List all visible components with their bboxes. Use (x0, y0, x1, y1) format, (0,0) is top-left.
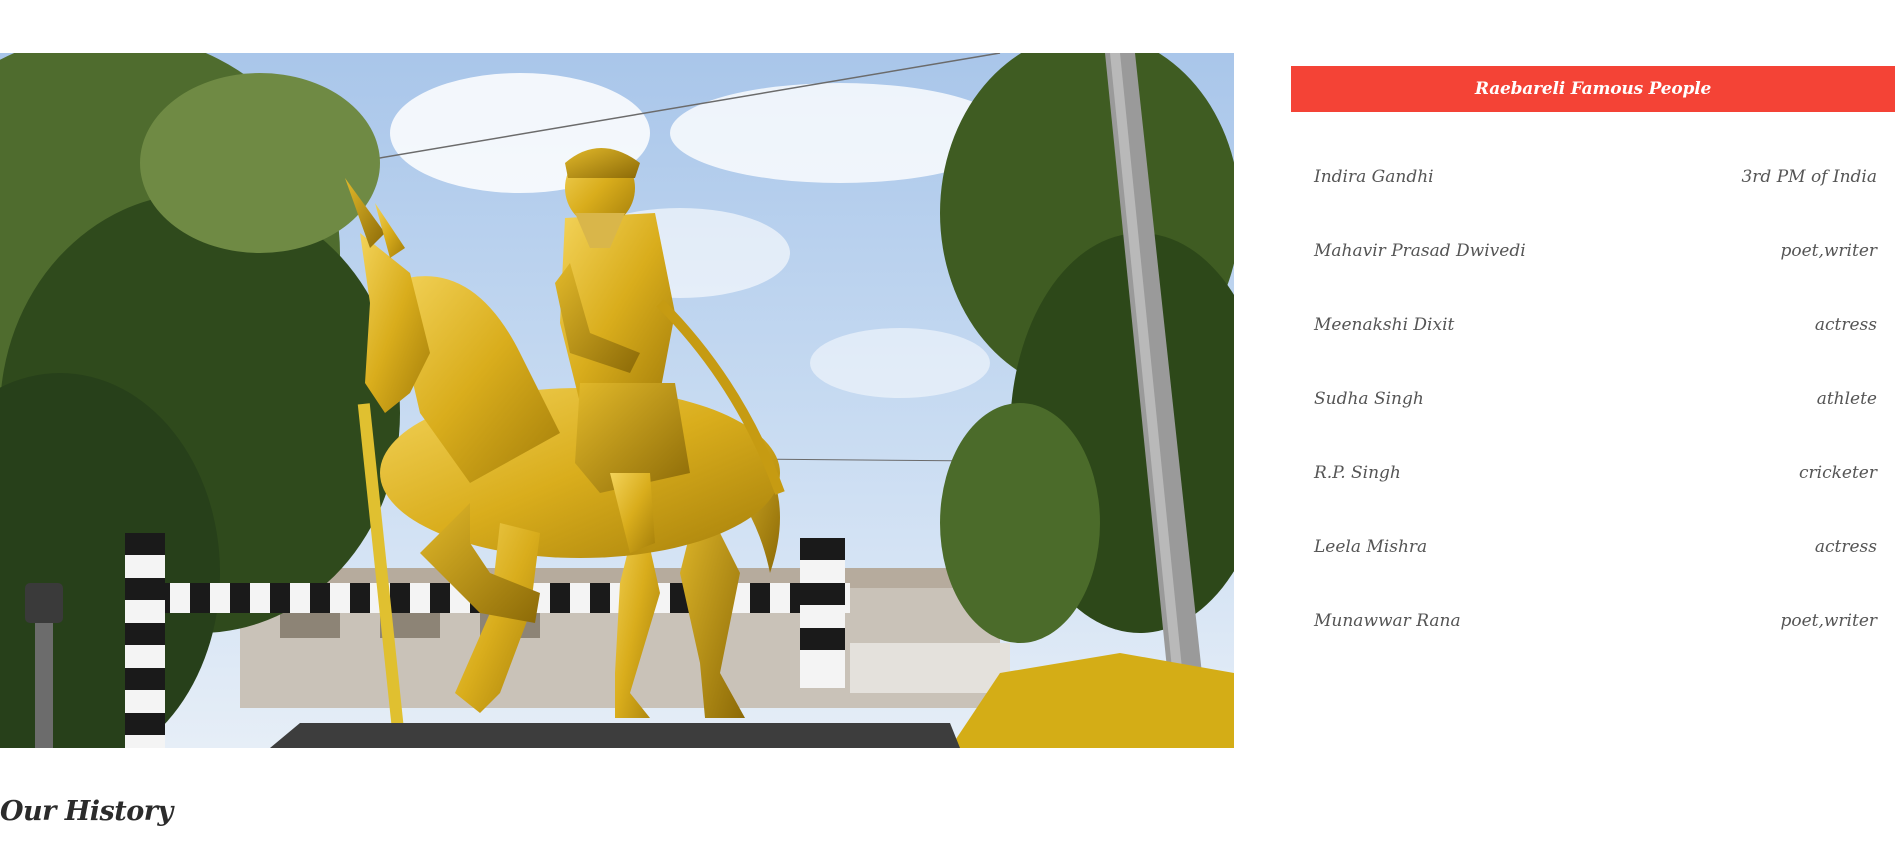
list-item: Munawwar Rana poet,writer (1291, 584, 1895, 658)
list-item: Meenakshi Dixit actress (1291, 288, 1895, 362)
our-history-heading: Our History (0, 796, 173, 827)
list-item: R.P. Singh cricketer (1291, 436, 1895, 510)
person-role: athlete (1816, 389, 1877, 409)
list-item: Indira Gandhi 3rd PM of India (1291, 140, 1895, 214)
person-role: poet,writer (1780, 241, 1877, 261)
page: Raebareli Famous People Indira Gandhi 3r… (0, 0, 1895, 850)
person-name: Leela Mishra (1314, 537, 1428, 557)
person-name: Meenakshi Dixit (1314, 315, 1455, 335)
person-role: actress (1814, 315, 1877, 335)
list-item: Sudha Singh athlete (1291, 362, 1895, 436)
person-name: Munawwar Rana (1314, 611, 1461, 631)
statue-photo-icon (0, 53, 1234, 748)
person-name: Sudha Singh (1314, 389, 1424, 409)
famous-people-list: Indira Gandhi 3rd PM of India Mahavir Pr… (1291, 140, 1895, 658)
person-role: 3rd PM of India (1741, 167, 1877, 187)
list-item: Leela Mishra actress (1291, 510, 1895, 584)
person-name: Indira Gandhi (1314, 167, 1434, 187)
list-item: Mahavir Prasad Dwivedi poet,writer (1291, 214, 1895, 288)
person-role: poet,writer (1780, 611, 1877, 631)
hero-image (0, 53, 1234, 748)
famous-people-panel: Raebareli Famous People Indira Gandhi 3r… (1291, 66, 1895, 658)
person-name: R.P. Singh (1314, 463, 1401, 483)
person-role: actress (1814, 537, 1877, 557)
famous-people-title: Raebareli Famous People (1291, 66, 1895, 112)
person-role: cricketer (1799, 463, 1877, 483)
person-name: Mahavir Prasad Dwivedi (1314, 241, 1526, 261)
